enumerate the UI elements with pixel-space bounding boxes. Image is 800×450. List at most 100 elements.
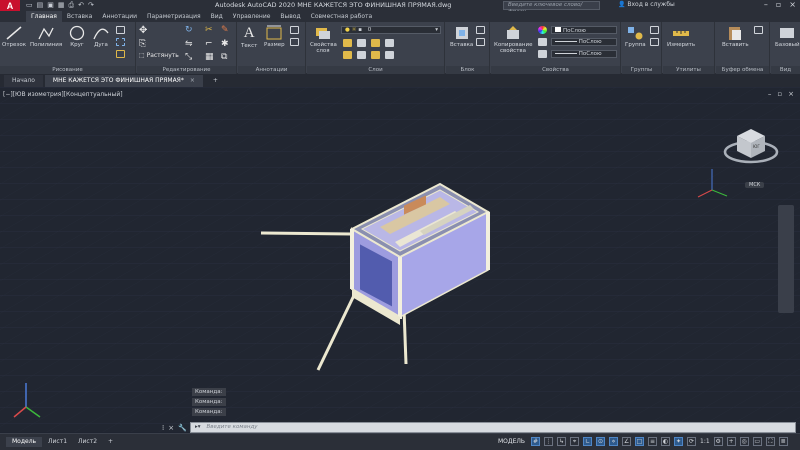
viewport-controls-label[interactable]: [−][ЮВ изометрия][Концептуальный] [3, 91, 123, 98]
edit-block-icon[interactable] [476, 38, 485, 46]
plot-icon[interactable]: ⎙ [69, 1, 75, 10]
array-icon[interactable]: ▦ [205, 52, 214, 62]
leader-icon[interactable] [290, 26, 299, 34]
drawing-viewport[interactable]: [−][ЮВ изометрия][Концептуальный] – ▫ × … [0, 87, 800, 432]
tab-start[interactable]: Начало [4, 75, 43, 87]
layer-unlock-icon[interactable] [385, 51, 394, 59]
redo-icon[interactable]: ↷ [88, 1, 94, 10]
new-tab-button[interactable]: + [205, 75, 226, 87]
app-menu-button[interactable]: A [0, 0, 20, 11]
polyline-tool[interactable]: Полилиния [30, 25, 62, 48]
snap-mode-icon[interactable]: ⋮ [544, 437, 554, 446]
tab-output[interactable]: Вывод [275, 11, 305, 22]
clipboard-panel-label[interactable]: Буфер обмена [716, 66, 769, 74]
wcs-menu[interactable]: МСК [745, 182, 765, 188]
utilities-panel-label[interactable]: Утилиты [663, 66, 714, 74]
groups-panel-label[interactable]: Группы [622, 66, 661, 74]
annotation-visibility-icon[interactable]: ✦ [674, 437, 684, 446]
modify-panel-label[interactable]: Редактирование [137, 66, 236, 74]
hardware-acceleration-icon[interactable]: ▭ [752, 437, 762, 446]
trim-icon[interactable]: ✂ [205, 25, 213, 35]
rotate-icon[interactable]: ↻ [185, 25, 193, 35]
annotation-panel-label[interactable]: Аннотации [238, 66, 305, 74]
customize-status-icon[interactable]: ≣ [778, 437, 788, 446]
block-panel-label[interactable]: Блок [446, 66, 489, 74]
save-icon[interactable]: ▣ [47, 1, 54, 10]
minimize-icon[interactable]: – [764, 0, 768, 9]
color-wheel-icon[interactable] [538, 26, 547, 34]
copy-icon[interactable]: ⎘ [139, 39, 146, 49]
match-layer-icon[interactable] [357, 51, 366, 59]
viewcube[interactable]: ЮГ [723, 122, 779, 168]
lineweight-icon[interactable] [538, 38, 547, 46]
vp-close-icon[interactable]: × [788, 90, 794, 98]
search-input[interactable]: Введите ключевое слово/фразу [503, 1, 600, 15]
new-file-icon[interactable]: ▭ [26, 1, 33, 10]
layout-tab-sheet1[interactable]: Лист1 [42, 437, 73, 447]
draw-panel-label[interactable]: Рисование [0, 66, 135, 74]
tab-home[interactable]: Главная [26, 11, 62, 22]
explode-icon[interactable]: ✱ [221, 39, 229, 49]
grid-display-icon[interactable]: # [531, 437, 541, 446]
tab-annotate[interactable]: Аннотации [97, 11, 142, 22]
customize-icon[interactable]: 🔧 [178, 424, 187, 432]
command-input[interactable]: ▸▾ Введите команду [190, 422, 796, 433]
linetype-dropdown[interactable]: ПоСлою [551, 50, 617, 58]
ungroup-icon[interactable] [650, 26, 659, 34]
maximize-icon[interactable]: ▫ [776, 0, 781, 9]
add-layout-button[interactable]: + [102, 437, 119, 447]
polar-tracking-icon[interactable]: ⊙ [596, 437, 606, 446]
close-command-icon[interactable]: × [168, 424, 174, 432]
layer-previous-icon[interactable] [371, 51, 380, 59]
infer-constraints-icon[interactable]: ↳ [557, 437, 567, 446]
layers-panel-label[interactable]: Слои [307, 66, 444, 74]
line-tool[interactable]: Отрезок [2, 25, 26, 48]
lineweight-dropdown[interactable]: ПоСлою [551, 38, 617, 46]
mirror-icon[interactable]: ⇋ [185, 39, 193, 49]
arc-tool[interactable]: Дуга [92, 25, 110, 48]
paste-tool[interactable]: Вставить [722, 25, 749, 48]
move-icon[interactable]: ✥ [139, 25, 147, 36]
match-properties-tool[interactable]: Копирование свойства [494, 25, 532, 54]
object-snap-icon[interactable]: □ [635, 437, 645, 446]
vp-restore-icon[interactable]: ▫ [777, 90, 782, 98]
measure-tool[interactable]: Измерить [667, 25, 695, 48]
create-block-icon[interactable] [476, 26, 485, 34]
command-prompt-icon[interactable]: ▸▾ [195, 424, 201, 430]
erase-icon[interactable]: ✎ [221, 25, 229, 35]
copy-clip-icon[interactable] [754, 26, 763, 34]
circle-tool[interactable]: Круг [68, 25, 86, 48]
group-tool[interactable]: Группа [625, 25, 646, 48]
insert-block-tool[interactable]: Вставка [450, 25, 473, 48]
color-dropdown[interactable]: ПоСлою [551, 26, 617, 34]
group-edit-icon[interactable] [650, 38, 659, 46]
annotation-monitor-icon[interactable]: + [726, 437, 736, 446]
isodraft-icon[interactable]: ⋄ [609, 437, 619, 446]
rectangle-icon[interactable] [116, 26, 125, 34]
close-icon[interactable]: × [789, 0, 796, 9]
tab-view[interactable]: Вид [206, 11, 228, 22]
undo-icon[interactable]: ↶ [78, 1, 84, 10]
navigation-bar[interactable] [778, 205, 794, 313]
linetype-icon[interactable] [538, 50, 547, 58]
isolate-objects-icon[interactable]: ◎ [739, 437, 749, 446]
base-view-tool[interactable]: Базовый [775, 25, 800, 48]
stretch-tool[interactable]: ⬚ Растянуть [139, 52, 179, 59]
layer-dropdown[interactable]: ● ☼ ▪ 0 ▾ [341, 26, 441, 34]
make-current-icon[interactable] [343, 51, 352, 59]
layer-off-icon[interactable] [343, 39, 352, 47]
layout-tab-model[interactable]: Модель [6, 437, 43, 447]
region-icon[interactable] [116, 50, 125, 58]
tab-parametric[interactable]: Параметризация [142, 11, 206, 22]
tab-insert[interactable]: Вставка [62, 11, 97, 22]
layer-freeze-icon[interactable] [371, 39, 380, 47]
dimension-tool[interactable]: Размер [264, 25, 285, 48]
workspace-gear-icon[interactable]: ⚙ [713, 437, 723, 446]
layer-properties-tool[interactable]: Свойства слоя [310, 25, 337, 54]
vp-minimize-icon[interactable]: – [768, 90, 772, 98]
layer-isolate-icon[interactable] [357, 39, 366, 47]
save-as-icon[interactable]: ▦ [58, 1, 65, 10]
text-tool[interactable]: A Текст [241, 25, 257, 49]
tab-collaborate[interactable]: Совместная работа [306, 11, 378, 22]
ortho-mode-icon[interactable]: ∟ [583, 437, 593, 446]
